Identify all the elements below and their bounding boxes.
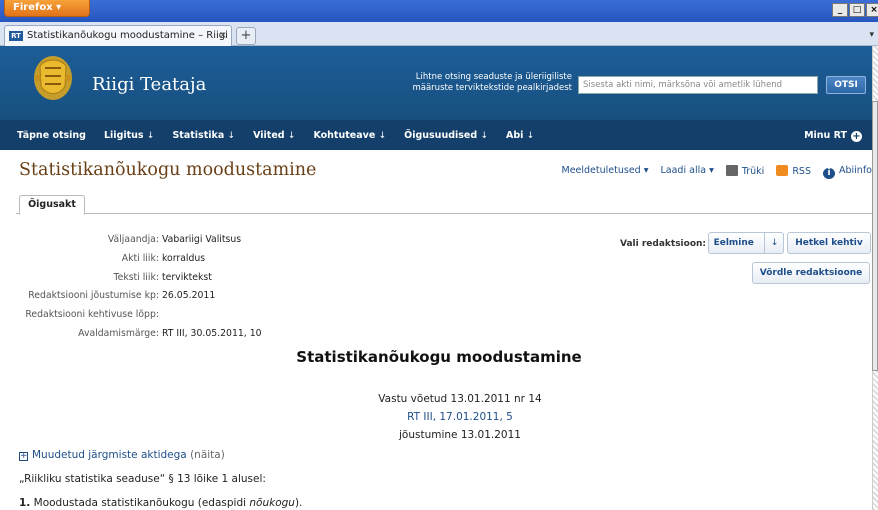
nav-item-abi[interactable]: Abi ↓ <box>506 130 534 141</box>
new-tab-button[interactable]: + <box>236 27 256 45</box>
printer-icon <box>725 165 738 176</box>
vertical-scrollbar[interactable] <box>872 46 878 510</box>
amending-acts-toggle[interactable]: + Muudetud järgmiste aktidega (näita) <box>19 449 225 461</box>
title-bar: Firefox ▾ _ □ × <box>0 0 878 22</box>
meta-row: Akti liik: korraldus <box>18 253 262 272</box>
browser-tab[interactable]: RT Statistikanõukogu moodustamine – Riig… <box>4 25 232 46</box>
tab-oigusakt[interactable]: Õigusakt <box>19 195 85 215</box>
nav-item-tapne-otsing[interactable]: Täpne otsing <box>17 130 86 141</box>
down-arrow-icon: ↓ <box>227 130 236 141</box>
point-end: ). <box>294 497 303 509</box>
publication-link[interactable]: RT III, 17.01.2011, 5 <box>0 411 878 423</box>
nav-item-label: Abi <box>506 129 524 141</box>
down-arrow-icon: ↓ <box>378 130 387 141</box>
download-dropdown[interactable]: Laadi alla ▾ <box>661 165 714 179</box>
adopted-line: Vastu võetud 13.01.2011 nr 14 <box>378 393 542 405</box>
nav-item-label: Statistika <box>172 129 225 141</box>
entry-into-force: jõustumine 13.01.2011 <box>399 429 521 441</box>
meta-row: Väljaandja: Vabariigi Valitsus <box>18 234 262 253</box>
compare-redactions-button[interactable]: Võrdle redaktsioone <box>752 262 870 284</box>
point-number: 1. <box>19 497 31 509</box>
meta-row: Redaktsiooni jõustumise kp: 26.05.2011 <box>18 290 262 309</box>
down-arrow-icon: ↓ <box>287 130 296 141</box>
nav-item-kohtuteave[interactable]: Kohtuteave ↓ <box>313 130 386 141</box>
current-redaction-button[interactable]: Hetkel kehtiv <box>787 232 871 254</box>
down-arrow-icon: ↓ <box>526 130 535 141</box>
my-rt-label: Minu RT <box>804 130 847 141</box>
meta-key: Redaktsiooni kehtivuse lõpp: <box>25 309 159 321</box>
nav-item-viited[interactable]: Viited ↓ <box>253 130 295 141</box>
page-actions: Meeldetuletused ▾ Laadi alla ▾ Trüki RSS… <box>562 165 872 179</box>
meta-key: Redaktsiooni jõustumise kp: <box>28 290 159 302</box>
nav-item-liigitus[interactable]: Liigitus ↓ <box>104 130 154 141</box>
tab-close-icon[interactable]: × <box>219 26 227 46</box>
rss-link[interactable]: RSS <box>776 165 811 179</box>
tab-list-chevron-icon[interactable]: ▾ <box>869 30 874 40</box>
document-title: Statistikanõukogu moodustamine <box>296 348 582 366</box>
meta-value: korraldus <box>162 252 206 264</box>
legal-basis: „Riikliku statistika seaduse“ § 13 lõike… <box>19 473 266 485</box>
point-italic: nõukogu <box>249 497 295 509</box>
rss-icon <box>776 165 789 176</box>
meta-row: Avaldamismärge: RT III, 30.05.2011, 10 <box>18 327 262 347</box>
firefox-menu-button[interactable]: Firefox ▾ <box>4 0 90 17</box>
previous-label: Eelmine <box>713 238 754 248</box>
my-rt-link[interactable]: Minu RT + <box>804 130 862 142</box>
site-name[interactable]: Riigi Teataja <box>92 74 206 95</box>
nav-item-label: Kohtuteave <box>313 129 376 141</box>
meta-key: Väljaandja: <box>107 234 159 245</box>
redaction-label: Vali redaktsioon: <box>620 239 707 249</box>
meta-value: RT III, 30.05.2011, 10 <box>162 327 262 339</box>
amending-acts-link[interactable]: Muudetud järgmiste aktidega <box>32 449 187 461</box>
meta-key: Teksti liik: <box>113 271 160 283</box>
meta-key: Akti liik: <box>121 252 159 264</box>
meta-value: 26.05.2011 <box>162 290 216 302</box>
nav-item-statistika[interactable]: Statistika ↓ <box>172 130 235 141</box>
plus-circle-icon: + <box>851 131 862 142</box>
meta-key: Avaldamismärge: <box>78 327 159 339</box>
nav-item-label: Õigusuudised <box>404 129 478 141</box>
rss-label: RSS <box>792 166 811 177</box>
nav-item-oigusuudised[interactable]: Õigusuudised ↓ <box>404 130 488 141</box>
act-metadata: Väljaandja: Vabariigi Valitsus Akti liik:… <box>18 234 262 347</box>
print-link[interactable]: Trüki <box>725 165 765 179</box>
reminders-dropdown[interactable]: Meeldetuletused ▾ <box>562 165 649 179</box>
nav-item-label: Täpne otsing <box>17 129 86 141</box>
search-button[interactable]: OTSI <box>826 76 866 94</box>
close-window-button[interactable]: × <box>866 3 878 17</box>
down-arrow-icon: ↓ <box>480 130 489 141</box>
meta-row: Redaktsiooni kehtivuse lõpp: <box>18 309 262 328</box>
favicon-icon: RT <box>9 31 23 41</box>
nav-item-label: Liigitus <box>104 129 144 141</box>
down-arrow-icon[interactable]: ↓ <box>763 233 778 253</box>
tabs-divider <box>16 213 872 214</box>
page-title: Statistikanõukogu moodustamine <box>19 160 317 180</box>
nav-item-label: Viited <box>253 129 285 141</box>
site-header: Riigi Teataja Lihtne otsing seaduste ja … <box>0 46 872 120</box>
previous-redaction-button[interactable]: Eelmine ↓ <box>708 232 784 254</box>
point-text: Moodustada statistikanõukogu (edaspidi <box>33 497 247 509</box>
tab-bar: RT Statistikanõukogu moodustamine – Riig… <box>0 22 878 46</box>
scrollbar-thumb[interactable] <box>872 101 878 371</box>
meta-value: Vabariigi Valitsus <box>162 234 242 245</box>
window-controls: _ □ × <box>832 3 878 17</box>
minimize-button[interactable]: _ <box>832 3 848 17</box>
search-input[interactable]: Sisesta akti nimi, märksõna või ametlik … <box>578 76 818 94</box>
search-hint: Lihtne otsing seaduste ja üleriigiliste … <box>412 72 572 93</box>
meta-row: Teksti liik: terviktekst <box>18 272 262 291</box>
expand-plus-icon: + <box>19 451 28 461</box>
maximize-button[interactable]: □ <box>849 3 865 17</box>
main-nav: Täpne otsing Liigitus ↓ Statistika ↓ Vii… <box>0 120 872 150</box>
print-label: Trüki <box>741 166 765 177</box>
help-label: Abiinfo <box>839 165 872 176</box>
meta-value: terviktekst <box>162 271 212 283</box>
tab-title: Statistikanõukogu moodustamine – Riigi T… <box>27 30 231 41</box>
down-arrow-icon: ↓ <box>146 130 155 141</box>
point-1: 1. Moodustada statistikanõukogu (edaspid… <box>19 497 302 509</box>
help-link[interactable]: i Abiinfo <box>823 165 872 179</box>
info-icon: i <box>823 168 835 179</box>
browser-window: Firefox ▾ _ □ × RT Statistikanõukogu moo… <box>0 0 878 510</box>
show-link[interactable]: (näita) <box>190 449 225 461</box>
coat-of-arms-logo[interactable] <box>32 52 74 102</box>
